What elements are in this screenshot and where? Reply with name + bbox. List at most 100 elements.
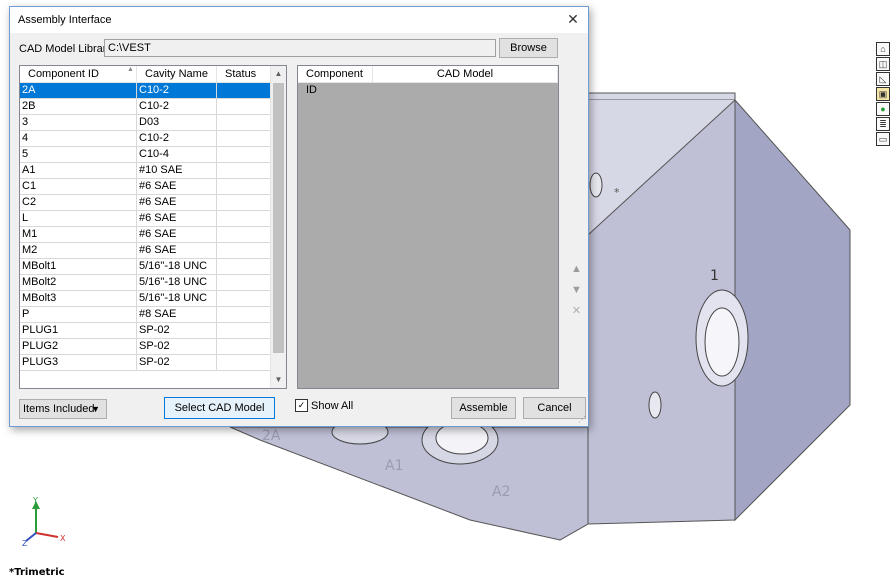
status-cell	[217, 195, 272, 210]
cavity-name-cell: #10 SAE	[137, 163, 217, 178]
component-id-cell: 2A	[20, 83, 137, 98]
component-id-cell: PLUG1	[20, 323, 137, 338]
status-cell	[217, 291, 272, 306]
table-row[interactable]: P #8 SAE	[20, 307, 272, 323]
status-cell	[217, 147, 272, 162]
table-row[interactable]: 5 C10-4	[20, 147, 272, 163]
cavity-name-cell: #6 SAE	[137, 195, 217, 210]
sketch-icon[interactable]: ◺	[876, 72, 890, 86]
items-included-label: Items Included	[23, 403, 95, 415]
component-grid-rows: 2A C10-2 2B C10-2 3 D03 4 C10-2 5 C10-4 A1 #10 SAE C…	[20, 83, 272, 371]
cavity-name-cell: #6 SAE	[137, 211, 217, 226]
component-id-cell: A1	[20, 163, 137, 178]
table-row[interactable]: MBolt2 5/16"-18 UNC	[20, 275, 272, 291]
scroll-down-icon[interactable]: ▼	[271, 372, 286, 388]
status-cell	[217, 99, 272, 114]
cavity-name-cell: C10-2	[137, 83, 217, 98]
assemble-button[interactable]: Assemble	[451, 397, 516, 419]
component-grid-header: Component ID Cavity Name Status	[20, 66, 286, 83]
table-row[interactable]: M1 #6 SAE	[20, 227, 272, 243]
status-cell	[217, 131, 272, 146]
assembly-interface-dialog: Assembly Interface ✕ CAD Model Library C…	[9, 6, 589, 427]
move-down-icon[interactable]: ▼	[569, 283, 584, 298]
part-label-a2: A2	[492, 484, 510, 500]
table-row[interactable]: M2 #6 SAE	[20, 243, 272, 259]
view-cube-icon[interactable]: ◫	[876, 57, 890, 71]
scroll-up-icon[interactable]: ▲	[271, 66, 286, 82]
x-axis-line	[35, 532, 59, 538]
table-row[interactable]: PLUG2 SP-02	[20, 339, 272, 355]
cad-model-grid[interactable]: Component ID CAD Model	[297, 65, 559, 389]
dialog-titlebar[interactable]: Assembly Interface ✕	[10, 7, 588, 33]
resize-grip-icon[interactable]: ⋰	[578, 415, 586, 424]
status-cell	[217, 211, 272, 226]
vertical-scrollbar[interactable]: ▲ ▼	[270, 66, 286, 388]
column-header-component-id-right[interactable]: Component ID	[298, 66, 373, 96]
home-icon[interactable]: ⌂	[876, 42, 890, 56]
scene-icon[interactable]: ≣	[876, 117, 890, 131]
table-row[interactable]: PLUG1 SP-02	[20, 323, 272, 339]
checkbox-check-icon[interactable]: ✓	[295, 399, 308, 412]
browse-button[interactable]: Browse	[499, 38, 558, 58]
cavity-name-cell: C10-4	[137, 147, 217, 162]
cancel-button[interactable]: Cancel	[523, 397, 586, 419]
move-up-icon[interactable]: ▲	[569, 262, 584, 277]
part-label-2a: 2A	[262, 428, 281, 444]
table-row[interactable]: 4 C10-2	[20, 131, 272, 147]
table-row[interactable]: L #6 SAE	[20, 211, 272, 227]
part-side-face	[734, 98, 851, 522]
view-orientation-label: *Trimetric	[9, 567, 65, 578]
close-icon[interactable]: ✕	[558, 7, 588, 31]
status-cell	[217, 83, 272, 98]
component-id-cell: M1	[20, 227, 137, 242]
status-cell	[217, 227, 272, 242]
table-row[interactable]: PLUG3 SP-02	[20, 355, 272, 371]
table-row[interactable]: C1 #6 SAE	[20, 179, 272, 195]
component-id-cell: MBolt3	[20, 291, 137, 306]
table-row[interactable]: 3 D03	[20, 115, 272, 131]
select-cad-model-button[interactable]: Select CAD Model	[164, 397, 275, 419]
status-cell	[217, 307, 272, 322]
table-row[interactable]: MBolt1 5/16"-18 UNC	[20, 259, 272, 275]
component-id-cell: C1	[20, 179, 137, 194]
status-cell	[217, 243, 272, 258]
z-axis-label: Z	[22, 539, 28, 547]
component-id-cell: MBolt1	[20, 259, 137, 274]
part-bottom-face	[229, 426, 589, 541]
items-included-dropdown[interactable]: Items Included ▼	[19, 399, 107, 419]
column-header-cad-model[interactable]: CAD Model	[373, 66, 558, 82]
remove-icon[interactable]: ✕	[569, 304, 584, 319]
table-row[interactable]: 2B C10-2	[20, 99, 272, 115]
table-row[interactable]: 2A C10-2	[20, 83, 272, 99]
display-icon[interactable]: ▣	[876, 87, 890, 101]
scrollbar-thumb[interactable]	[273, 83, 284, 353]
cavity-name-cell: 5/16"-18 UNC	[137, 275, 217, 290]
appearance-icon[interactable]: ●	[876, 102, 890, 116]
cad-model-library-path-field[interactable]: C:\VEST	[104, 39, 496, 57]
component-id-cell: M2	[20, 243, 137, 258]
port-1-inner	[704, 307, 740, 377]
column-header-component-id[interactable]: Component ID	[20, 66, 137, 82]
cavity-name-cell: 5/16"-18 UNC	[137, 259, 217, 274]
status-cell	[217, 163, 272, 178]
show-all-checkbox[interactable]: ✓ Show All	[295, 399, 353, 412]
comment-icon[interactable]: ▭	[876, 132, 890, 146]
status-cell	[217, 355, 272, 370]
cavity-name-cell: C10-2	[137, 131, 217, 146]
table-row[interactable]: C2 #6 SAE	[20, 195, 272, 211]
status-cell	[217, 259, 272, 274]
table-row[interactable]: A1 #10 SAE	[20, 163, 272, 179]
status-cell	[217, 179, 272, 194]
component-id-cell: 2B	[20, 99, 137, 114]
status-cell	[217, 275, 272, 290]
status-cell	[217, 339, 272, 354]
component-id-cell: 4	[20, 131, 137, 146]
column-header-cavity-name[interactable]: Cavity Name	[137, 66, 217, 82]
table-row[interactable]: MBolt3 5/16"-18 UNC	[20, 291, 272, 307]
component-grid[interactable]: Component ID Cavity Name Status ▲ 2A C10-…	[19, 65, 287, 389]
column-header-status[interactable]: Status	[217, 66, 272, 82]
cavity-name-cell: SP-02	[137, 339, 217, 354]
component-id-cell: 3	[20, 115, 137, 130]
component-id-cell: P	[20, 307, 137, 322]
show-all-label: Show All	[311, 399, 354, 412]
